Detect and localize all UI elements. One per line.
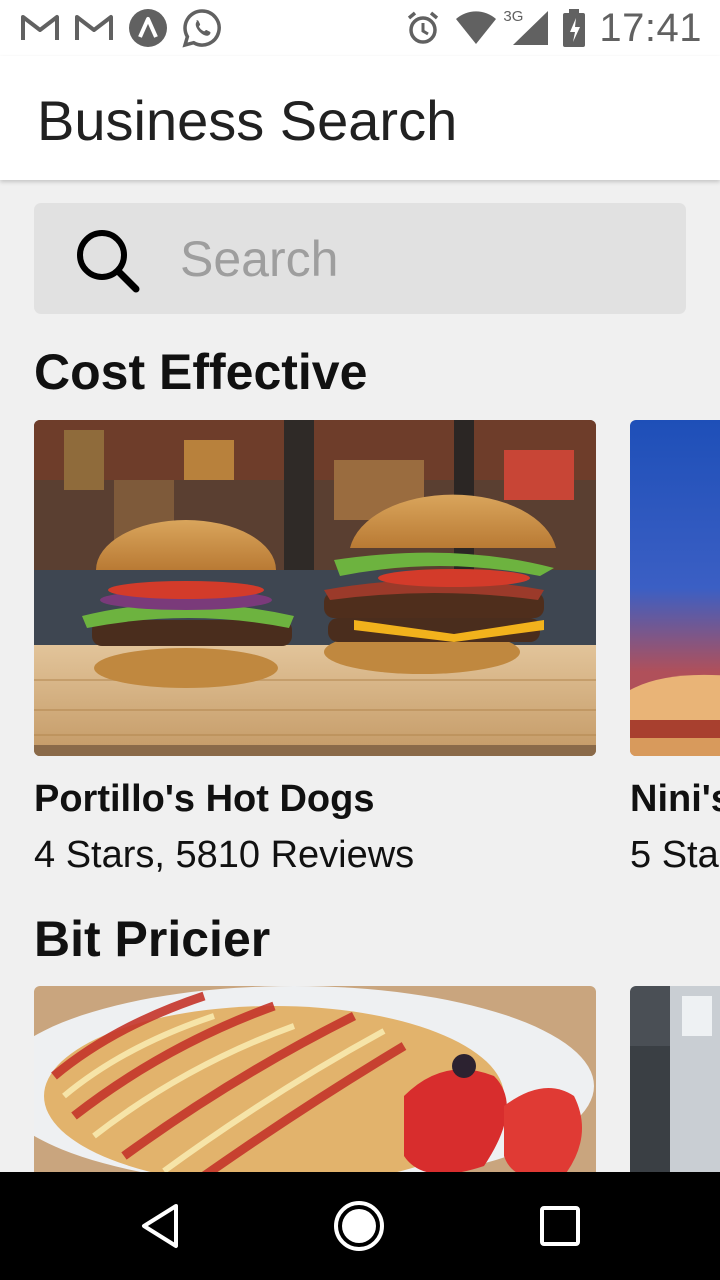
page-title: Business Search — [37, 89, 458, 152]
search-input[interactable] — [180, 223, 660, 295]
system-icons: 3G 17:41 — [405, 4, 702, 52]
wifi-icon — [455, 11, 497, 45]
business-rating: 5 Sta — [630, 834, 719, 876]
sandwich-photo[interactable] — [630, 420, 720, 756]
business-card[interactable] — [34, 986, 596, 1172]
cell-signal-icon: 3G — [503, 8, 549, 46]
gmail-icon — [74, 13, 114, 43]
notification-icons — [20, 8, 222, 48]
alarm-icon — [405, 10, 441, 46]
arc-app-icon — [128, 8, 168, 48]
search-icon[interactable] — [72, 225, 142, 295]
recents-icon[interactable] — [530, 1196, 590, 1256]
business-card[interactable] — [630, 986, 720, 1172]
whatsapp-icon — [182, 8, 222, 48]
business-card[interactable]: Nini's 5 Sta — [630, 420, 720, 880]
business-name: Nini's — [630, 778, 720, 820]
system-nav-bar — [0, 1172, 720, 1280]
app-bar: Business Search — [0, 56, 720, 180]
home-icon[interactable] — [329, 1196, 389, 1256]
back-icon[interactable] — [130, 1196, 190, 1256]
business-name: Portillo's Hot Dogs — [34, 778, 375, 820]
status-bar: 3G 17:41 — [0, 0, 720, 56]
burgers-photo[interactable] — [34, 420, 596, 756]
network-type-label: 3G — [503, 8, 524, 25]
search-bar[interactable] — [34, 203, 686, 314]
section-title-bit-pricier: Bit Pricier — [34, 911, 271, 967]
bottle-photo[interactable] — [630, 986, 720, 1172]
battery-charging-icon — [563, 9, 586, 47]
business-card[interactable]: Portillo's Hot Dogs 4 Stars, 5810 Review… — [34, 420, 596, 880]
clock-time: 17:41 — [599, 5, 702, 50]
gmail-icon — [20, 13, 60, 43]
business-rating: 4 Stars, 5810 Reviews — [34, 834, 415, 876]
section-title-cost-effective: Cost Effective — [34, 344, 368, 400]
french-toast-photo[interactable] — [34, 986, 596, 1172]
main-content[interactable]: Cost Effective — [0, 180, 720, 1172]
